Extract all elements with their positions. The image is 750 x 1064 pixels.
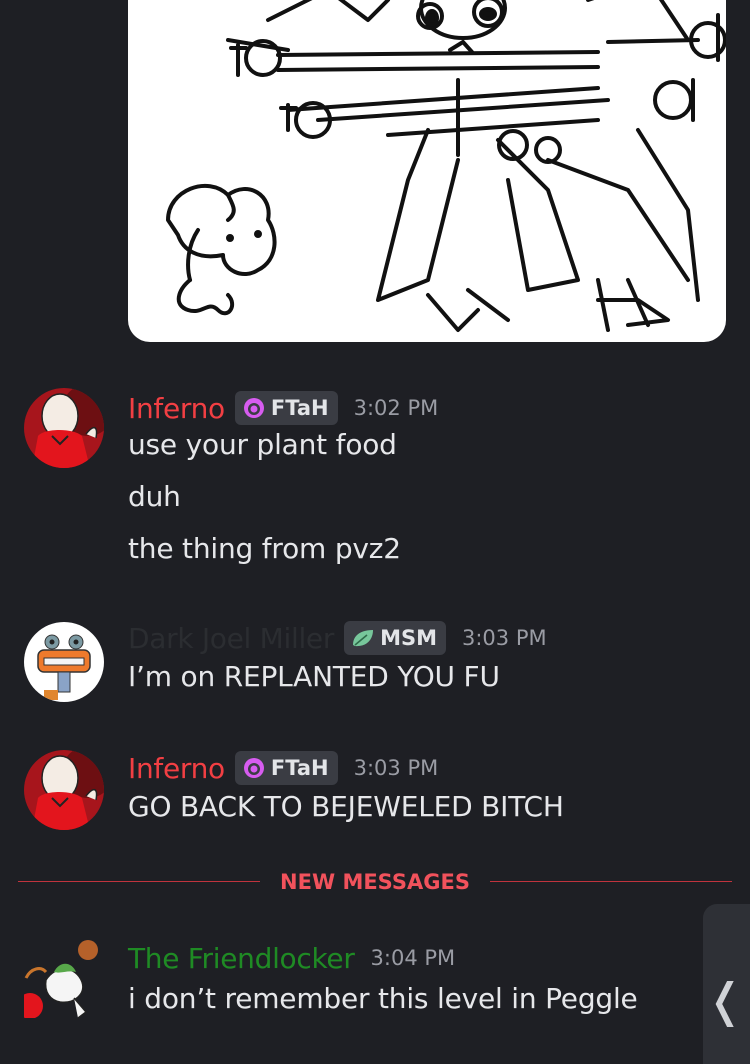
server-tag-label: MSM xyxy=(380,626,437,650)
chevron-left-icon: ❬ xyxy=(705,973,745,1027)
message-text: duh xyxy=(128,480,181,513)
message-header: Dark Joel Miller MSM 3:03 PM xyxy=(128,618,547,658)
sketch-drawing xyxy=(166,0,726,332)
message-header: The Friendlocker 3:04 PM xyxy=(128,938,455,978)
username[interactable]: Inferno xyxy=(128,752,225,785)
image-attachment[interactable] xyxy=(128,0,726,342)
timestamp: 3:03 PM xyxy=(462,626,547,650)
message-group: Inferno FTaH 3:03 PM GO BACK TO BEJEWELE… xyxy=(0,748,750,834)
username[interactable]: The Friendlocker xyxy=(128,942,355,975)
new-messages-divider: NEW MESSAGES xyxy=(18,866,732,898)
username[interactable]: Dark Joel Miller xyxy=(128,622,334,655)
message-header: Inferno FTaH 3:03 PM xyxy=(128,748,438,788)
server-tag[interactable]: FTaH xyxy=(234,751,338,785)
message-text: I’m on REPLANTED YOU FU xyxy=(128,660,500,693)
side-drawer-tab[interactable]: ❬ xyxy=(703,904,750,1064)
timestamp: 3:02 PM xyxy=(353,396,439,420)
server-tag-label: FTaH xyxy=(270,756,329,780)
avatar[interactable] xyxy=(24,388,104,468)
avatar[interactable] xyxy=(24,622,104,702)
message-group: Dark Joel Miller MSM 3:03 PM I’m on REPL… xyxy=(0,618,750,704)
avatar[interactable] xyxy=(24,938,104,1018)
purple-ghost-icon xyxy=(242,396,266,420)
message-text: use your plant food xyxy=(128,428,397,461)
new-messages-label: NEW MESSAGES xyxy=(18,866,732,898)
message-text: GO BACK TO BEJEWELED BITCH xyxy=(128,790,564,823)
message-header: Inferno FTaH 3:02 PM xyxy=(128,388,438,428)
green-leaf-icon xyxy=(351,627,375,649)
timestamp: 3:04 PM xyxy=(370,946,456,970)
message-group: Inferno FTaH 3:02 PM use your plant food… xyxy=(0,388,750,578)
server-tag-label: FTaH xyxy=(270,396,329,420)
message-text: i don’t remember this level in Peggle xyxy=(128,982,638,1015)
username[interactable]: Inferno xyxy=(128,392,225,425)
purple-ghost-icon xyxy=(242,756,266,780)
timestamp: 3:03 PM xyxy=(353,756,439,780)
message-group: The Friendlocker 3:04 PM i don’t remembe… xyxy=(0,938,750,1038)
message-text: the thing from pvz2 xyxy=(128,532,401,565)
server-tag[interactable]: MSM xyxy=(344,621,446,655)
server-tag[interactable]: FTaH xyxy=(234,391,338,425)
avatar[interactable] xyxy=(24,750,104,830)
